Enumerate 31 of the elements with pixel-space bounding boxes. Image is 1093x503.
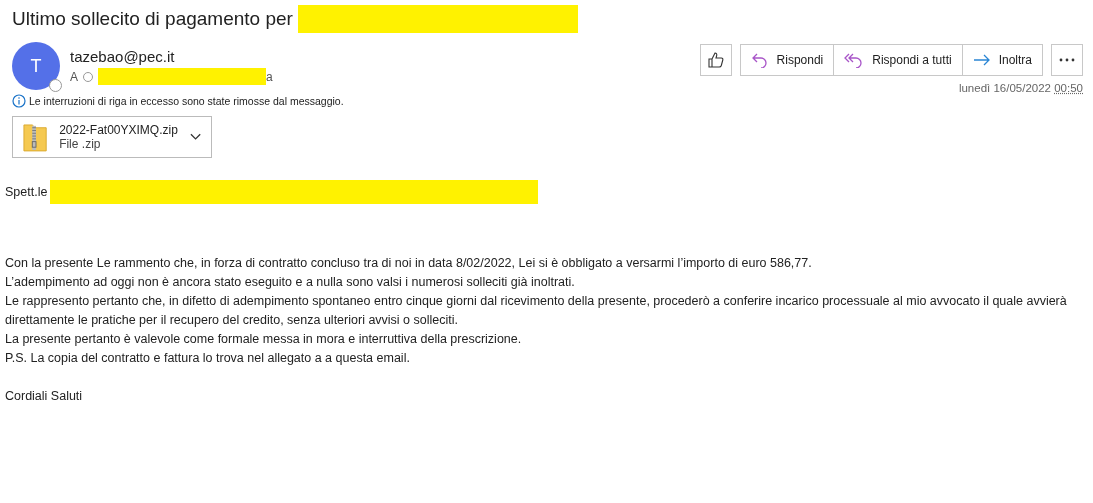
- notice-text: Le interruzioni di riga in eccesso sono state rimosse dal messaggio.: [29, 95, 344, 107]
- message-paragraph: P.S. La copia del contratto e fattura lo trova nel allegato a a questa email.: [5, 350, 411, 367]
- message-paragraph: Le rappresento pertanto che, in difetto di adempimento spontaneo entro cinque giorni dal ricevimento della presente, procederò a conferire incarico processuale al mio avvocato il quale avvierà direttamente le pratiche per il recupero del credito, senza ulteriori avvisi o solleciti.: [5, 293, 1068, 329]
- message-paragraph: Con la presente Le rammento che, in forza di contratto concluso tra di noi in data 8/02/2022, Lei si è obbligato a versarmi l’importo di euro 586,77.: [5, 255, 813, 272]
- info-icon: [12, 94, 26, 108]
- zip-file-icon: [23, 121, 48, 153]
- reply-all-icon: [844, 52, 865, 68]
- to-label: A: [70, 69, 78, 84]
- email-subject: Ultimo sollecito di pagamento per: [12, 8, 293, 30]
- chevron-down-icon: [189, 133, 201, 141]
- date-text: lunedì 16/05/2022: [958, 82, 1051, 94]
- attachment-card[interactable]: 2022-Fat00YXIMQ.zip File .zip: [12, 116, 212, 158]
- reply-all-button[interactable]: Rispondi a tutti: [834, 44, 963, 76]
- presence-icon: [49, 79, 62, 92]
- time-text: 00:50: [1054, 82, 1083, 94]
- recipient-text: a: [266, 69, 273, 84]
- message-paragraph: L’adempimento ad oggi non è ancora stato eseguito e a nulla sono valsi i numerosi solleciti già inoltrati.: [5, 274, 576, 291]
- closing-text: Cordiali Saluti: [5, 389, 84, 403]
- greeting-text: Spett.le: [5, 185, 48, 199]
- thumbs-up-icon: [706, 51, 725, 69]
- attachment-type: File .zip: [59, 137, 102, 151]
- forward-icon: [972, 53, 991, 67]
- like-button[interactable]: [699, 44, 732, 76]
- avatar[interactable]: T: [12, 42, 60, 90]
- message-paragraph: La presente pertanto è valevole come formale messa in mora e interruttiva della prescrizione.: [5, 331, 523, 348]
- more-icon: [1059, 58, 1075, 62]
- attachment-name: 2022-Fat00YXIMQ.zip: [59, 123, 178, 137]
- forward-button[interactable]: Inoltra: [962, 44, 1043, 76]
- sender-email[interactable]: tazebao@pec.it: [70, 48, 273, 65]
- reply-icon: [750, 52, 769, 68]
- reply-button[interactable]: Rispondi: [739, 44, 835, 76]
